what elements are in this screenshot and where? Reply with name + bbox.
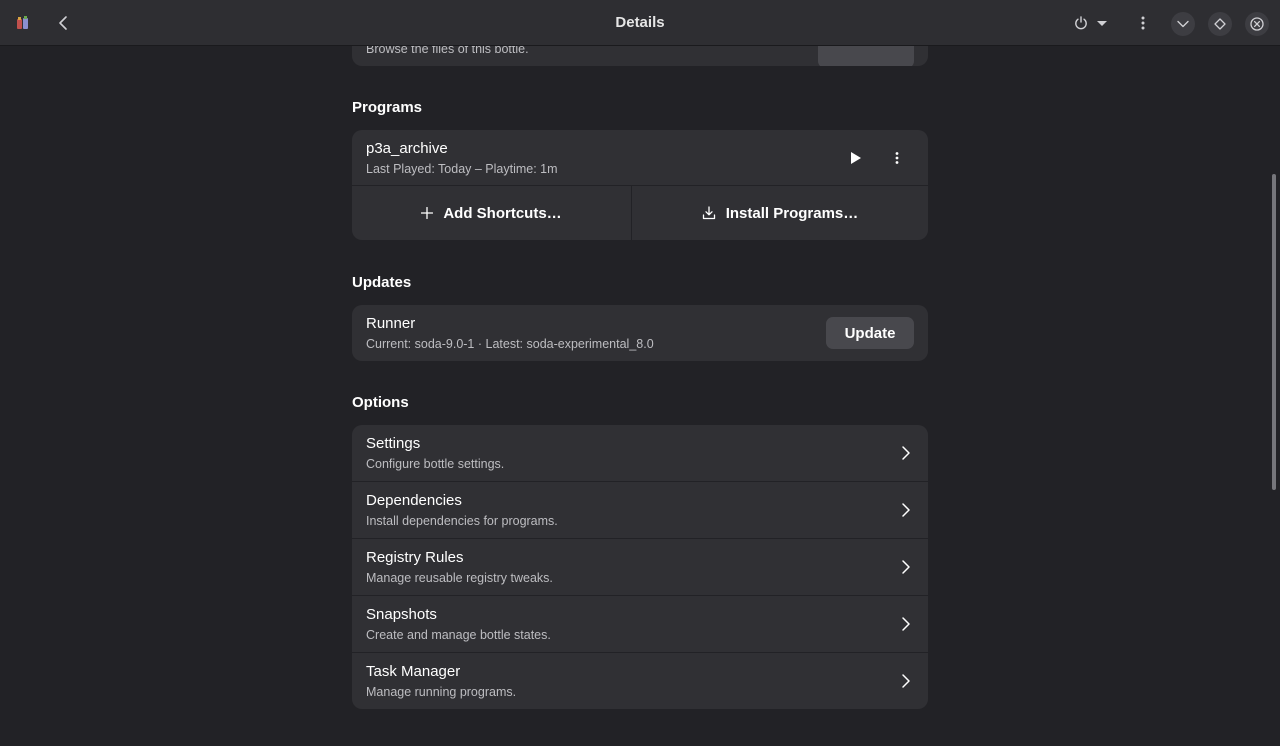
add-shortcuts-button[interactable]: Add Shortcuts… bbox=[352, 186, 631, 240]
option-row-registry-rules[interactable]: Registry Rules Manage reusable registry … bbox=[352, 539, 928, 595]
vertical-scrollbar[interactable] bbox=[1272, 174, 1276, 490]
option-title: Settings bbox=[366, 435, 421, 452]
browse-files-card: Browse the files of this bottle. bbox=[352, 46, 928, 66]
runner-subtitle: Current: soda-9.0-1 · Latest: soda-exper… bbox=[366, 337, 654, 351]
more-vertical-icon bbox=[895, 152, 899, 164]
option-subtitle: Manage reusable registry tweaks. bbox=[366, 571, 553, 585]
chevron-right-icon bbox=[902, 446, 910, 460]
program-menu-button[interactable] bbox=[881, 142, 913, 174]
runner-title: Runner bbox=[366, 315, 416, 332]
run-program-button[interactable] bbox=[840, 142, 872, 174]
updates-heading: Updates bbox=[352, 274, 412, 291]
option-title: Registry Rules bbox=[366, 549, 464, 566]
play-icon bbox=[851, 152, 861, 164]
option-title: Snapshots bbox=[366, 606, 437, 623]
browse-files-subtitle: Browse the files of this bottle. bbox=[366, 46, 529, 56]
plus-icon bbox=[421, 207, 434, 219]
updates-card: Runner Current: soda-9.0-1 · Latest: sod… bbox=[352, 305, 928, 361]
power-menu-button[interactable] bbox=[1066, 8, 1116, 38]
option-row-dependencies[interactable]: Dependencies Install dependencies for pr… bbox=[352, 482, 928, 538]
options-heading: Options bbox=[352, 394, 409, 411]
maximize-button[interactable] bbox=[1208, 12, 1232, 36]
chevron-right-icon bbox=[902, 617, 910, 631]
minimize-button[interactable] bbox=[1171, 12, 1195, 36]
program-row[interactable]: p3a_archive Last Played: Today – Playtim… bbox=[352, 130, 928, 185]
browse-files-button[interactable] bbox=[818, 46, 914, 66]
programs-card: p3a_archive Last Played: Today – Playtim… bbox=[352, 130, 928, 240]
option-row-settings[interactable]: Settings Configure bottle settings. bbox=[352, 425, 928, 481]
option-title: Dependencies bbox=[366, 492, 462, 509]
option-subtitle: Create and manage bottle states. bbox=[366, 628, 551, 642]
option-row-snapshots[interactable]: Snapshots Create and manage bottle state… bbox=[352, 596, 928, 652]
option-row-task-manager[interactable]: Task Manager Manage running programs. bbox=[352, 653, 928, 709]
main-menu-button[interactable] bbox=[1128, 8, 1158, 38]
program-title: p3a_archive bbox=[366, 140, 448, 157]
programs-heading: Programs bbox=[352, 99, 423, 116]
diamond-icon bbox=[1214, 18, 1226, 30]
triangle-down-icon bbox=[1097, 21, 1107, 26]
option-subtitle: Configure bottle settings. bbox=[366, 457, 505, 471]
header-bar: Details bbox=[0, 0, 1280, 46]
back-button[interactable] bbox=[48, 8, 78, 38]
chevron-right-icon bbox=[902, 503, 910, 517]
update-button[interactable]: Update bbox=[826, 317, 914, 349]
bottles-app-icon bbox=[14, 14, 32, 32]
program-subtitle: Last Played: Today – Playtime: 1m bbox=[366, 162, 558, 176]
more-vertical-icon bbox=[1141, 16, 1145, 30]
power-icon bbox=[1075, 16, 1087, 30]
chevron-right-icon bbox=[902, 560, 910, 574]
option-title: Task Manager bbox=[366, 663, 461, 680]
close-icon bbox=[1250, 17, 1264, 31]
details-content[interactable]: Browse the files of this bottle. Program… bbox=[0, 46, 1280, 746]
add-shortcuts-label: Add Shortcuts… bbox=[443, 204, 562, 222]
install-programs-button[interactable]: Install Programs… bbox=[632, 186, 928, 240]
install-programs-label: Install Programs… bbox=[725, 204, 859, 222]
options-card: Settings Configure bottle settings. Depe… bbox=[352, 425, 928, 709]
close-button[interactable] bbox=[1245, 12, 1269, 36]
chevron-right-icon bbox=[902, 674, 910, 688]
option-subtitle: Manage running programs. bbox=[366, 685, 517, 699]
chevron-down-icon bbox=[1177, 20, 1189, 28]
chevron-left-icon bbox=[59, 16, 67, 30]
option-subtitle: Install dependencies for programs. bbox=[366, 514, 558, 528]
download-icon bbox=[702, 206, 715, 220]
